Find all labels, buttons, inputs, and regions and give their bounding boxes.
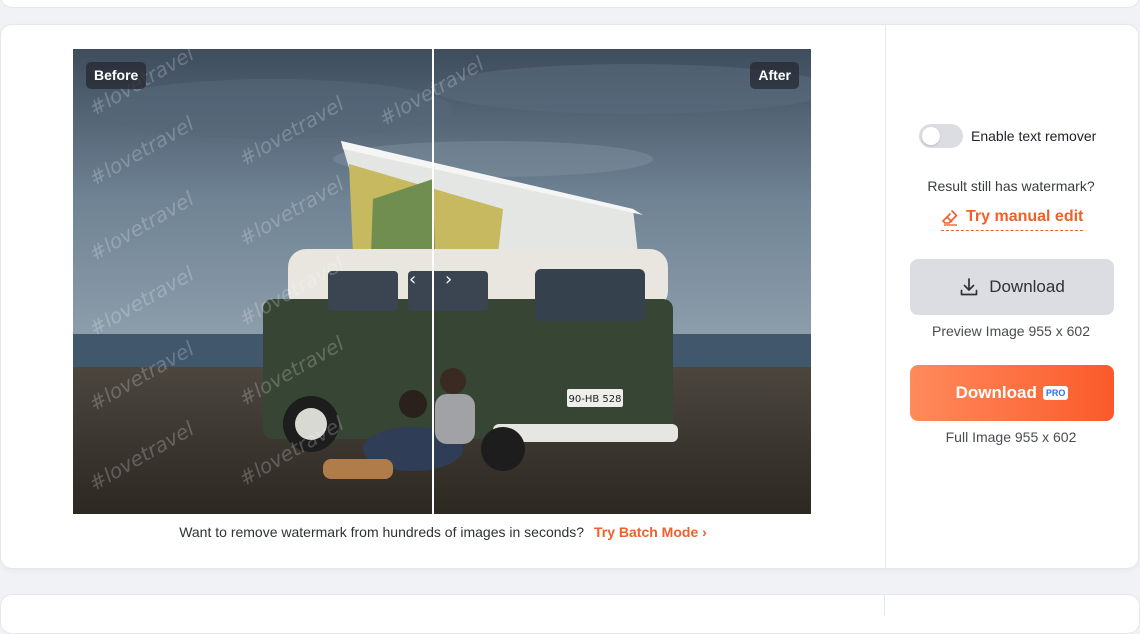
next-card <box>0 594 1140 634</box>
download-panel: Enable text remover Result still has wat… <box>886 25 1140 568</box>
chevron-left-icon[interactable]: ‹ <box>409 269 416 290</box>
text-remover-toggle-row: Enable text remover <box>919 124 1096 148</box>
next-card-divider <box>884 594 885 615</box>
download-icon <box>960 278 978 296</box>
batch-prompt-text: Want to remove watermark from hundreds o… <box>179 524 585 540</box>
toggle-knob <box>922 127 940 145</box>
full-image-size: Full Image 955 x 602 <box>945 429 1077 445</box>
preview-download-label: Download <box>989 277 1065 296</box>
comparison-slider-line[interactable] <box>432 49 434 514</box>
still-has-watermark-text: Result still has watermark? <box>927 178 1095 194</box>
pro-badge: PRO <box>1042 386 1069 400</box>
text-remover-label: Enable text remover <box>971 128 1097 144</box>
license-plate-text: 90-HB 528 <box>569 394 622 405</box>
chevron-right-icon[interactable]: › <box>445 269 452 290</box>
previous-card <box>0 0 1140 8</box>
preview-image-size: Preview Image 955 x 602 <box>932 323 1090 339</box>
text-remover-toggle[interactable] <box>919 124 963 148</box>
batch-link-label: Try Batch Mode <box>593 524 699 540</box>
manual-edit-label: Try manual edit <box>966 208 1084 225</box>
full-download-label: Download <box>955 383 1037 402</box>
download-full-pro-button[interactable]: Download PRO <box>910 365 1114 421</box>
try-manual-edit-link[interactable]: Try manual edit <box>941 208 1084 231</box>
download-preview-button[interactable]: Download <box>910 259 1114 315</box>
before-label: Before <box>86 62 147 89</box>
after-label: After <box>750 62 799 89</box>
batch-mode-prompt: Want to remove watermark from hundreds o… <box>1 524 885 540</box>
result-card: 90-HB 528 #lovetravel #lovetravel #lovet… <box>0 24 1139 569</box>
eraser-icon <box>942 209 958 226</box>
before-after-comparison[interactable]: 90-HB 528 #lovetravel #lovetravel #lovet… <box>73 49 811 514</box>
try-batch-mode-link[interactable]: Try Batch Mode › <box>594 524 707 540</box>
chevron-right-icon: › <box>702 524 707 540</box>
